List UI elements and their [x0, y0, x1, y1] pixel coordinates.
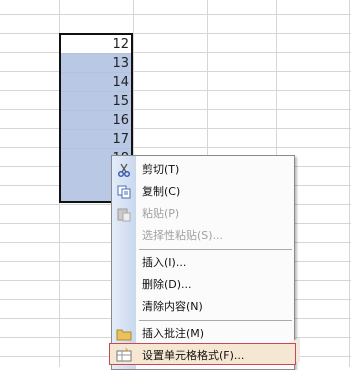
gridline — [0, 14, 351, 15]
menu-item-label: 清除内容(N) — [142, 300, 203, 313]
menu-item-insert[interactable]: 插入(I)... — [112, 252, 294, 274]
format-cells-icon — [116, 346, 132, 362]
menu-item-paste-special[interactable]: 选择性粘贴(S)... — [112, 225, 294, 247]
folder-icon — [116, 326, 132, 342]
menu-item-format-cells[interactable]: 设置单元格格式(F)... — [109, 343, 296, 365]
gridline — [0, 109, 351, 110]
menu-item-label: 插入(I)... — [142, 256, 187, 269]
gridline — [0, 147, 351, 148]
paste-icon — [116, 206, 132, 222]
menu-separator — [139, 249, 292, 250]
cell[interactable]: 13 — [61, 54, 131, 73]
scissors-icon — [116, 162, 132, 178]
menu-item-label: 粘贴(P) — [142, 207, 180, 220]
cell[interactable]: 17 — [61, 130, 131, 149]
menu-item-label: 删除(D)... — [142, 278, 192, 291]
menu-item-delete[interactable]: 删除(D)... — [112, 274, 294, 296]
menu-item-copy[interactable]: 复制(C) — [112, 181, 294, 203]
menu-item-clear-contents[interactable]: 清除内容(N) — [112, 296, 294, 318]
menu-item-label: 复制(C) — [142, 185, 181, 198]
gridline — [349, 0, 350, 367]
gridline — [0, 71, 351, 72]
menu-item-cut[interactable]: 剪切(T) — [112, 159, 294, 181]
menu-item-label: 选择性粘贴(S)... — [142, 229, 224, 242]
copy-icon — [116, 184, 132, 200]
cell[interactable]: 15 — [61, 92, 131, 111]
gridline — [0, 33, 351, 34]
menu-item-paste[interactable]: 粘贴(P) — [112, 203, 294, 225]
cell[interactable]: 14 — [61, 73, 131, 92]
gridline — [0, 128, 351, 129]
menu-item-label: 插入批注(M) — [142, 327, 205, 340]
menu-item-label: 设置单元格格式(F)... — [142, 349, 245, 362]
gridline — [0, 90, 351, 91]
cell[interactable]: 16 — [61, 111, 131, 130]
cell[interactable]: 12 — [61, 35, 131, 54]
menu-item-label: 剪切(T) — [142, 163, 180, 176]
gridline — [0, 52, 351, 53]
menu-separator — [139, 320, 292, 321]
